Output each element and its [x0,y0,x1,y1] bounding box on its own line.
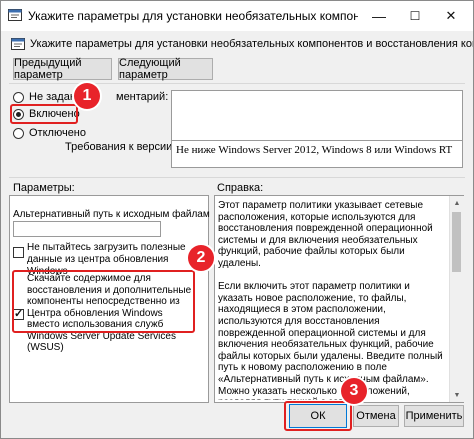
window-title: Укажите параметры для установки необязат… [28,9,358,23]
cancel-button[interactable]: Отмена [353,405,399,427]
supported-on-label: Требования к версии: [65,141,176,153]
scrollbar-thumb[interactable] [452,212,461,272]
close-button[interactable]: ✕ [433,1,469,31]
radio-disabled[interactable]: Отключено [13,125,86,141]
apply-button[interactable]: Применить [404,405,464,427]
policy-dialog-window: Укажите параметры для установки необязат… [0,0,474,439]
never-download-checkbox[interactable] [13,247,24,258]
scroll-down-arrow-icon[interactable]: ▼ [450,388,464,402]
divider [9,177,465,178]
comment-label: ментарий: [116,91,169,103]
alt-source-path-input[interactable] [13,221,161,237]
radio-not-configured[interactable]: Не задано [13,89,82,105]
annotation-badge-1: 1 [74,83,100,109]
radio-button-icon[interactable] [13,91,24,103]
annotation-highlight-ok [284,401,352,431]
supported-on-field: Не ниже Windows Server 2012, Windows 8 и… [171,140,463,168]
annotation-badge-2: 2 [188,245,214,271]
alt-path-label: Альтернативный путь к исходным файлам [13,209,210,220]
annotation-highlight-checkbox [12,270,195,333]
comment-textarea[interactable] [171,90,463,141]
scroll-up-arrow-icon[interactable]: ▲ [450,196,464,210]
minimize-button[interactable]: — [361,1,397,31]
previous-setting-button[interactable]: Предыдущий параметр [13,57,112,81]
options-section-label: Параметры: [13,182,75,194]
next-setting-button[interactable]: Следующий параметр [118,57,213,81]
policy-name: Укажите параметры для установки необязат… [30,38,473,50]
title-bar[interactable]: Укажите параметры для установки необязат… [1,1,473,31]
policy-settings-icon [8,9,22,21]
annotation-badge-3: 3 [341,378,367,404]
maximize-button[interactable]: ☐ [397,1,433,31]
annotation-highlight-enabled [10,104,78,124]
radio-button-icon[interactable] [13,127,24,139]
policy-settings-icon [11,38,25,50]
help-section-label: Справка: [217,182,264,194]
divider [9,83,465,84]
help-scrollbar[interactable]: ▲ ▼ [449,196,464,402]
help-text: Этот параметр политики указывает сетевые… [218,200,443,400]
radio-label: Отключено [29,127,86,139]
